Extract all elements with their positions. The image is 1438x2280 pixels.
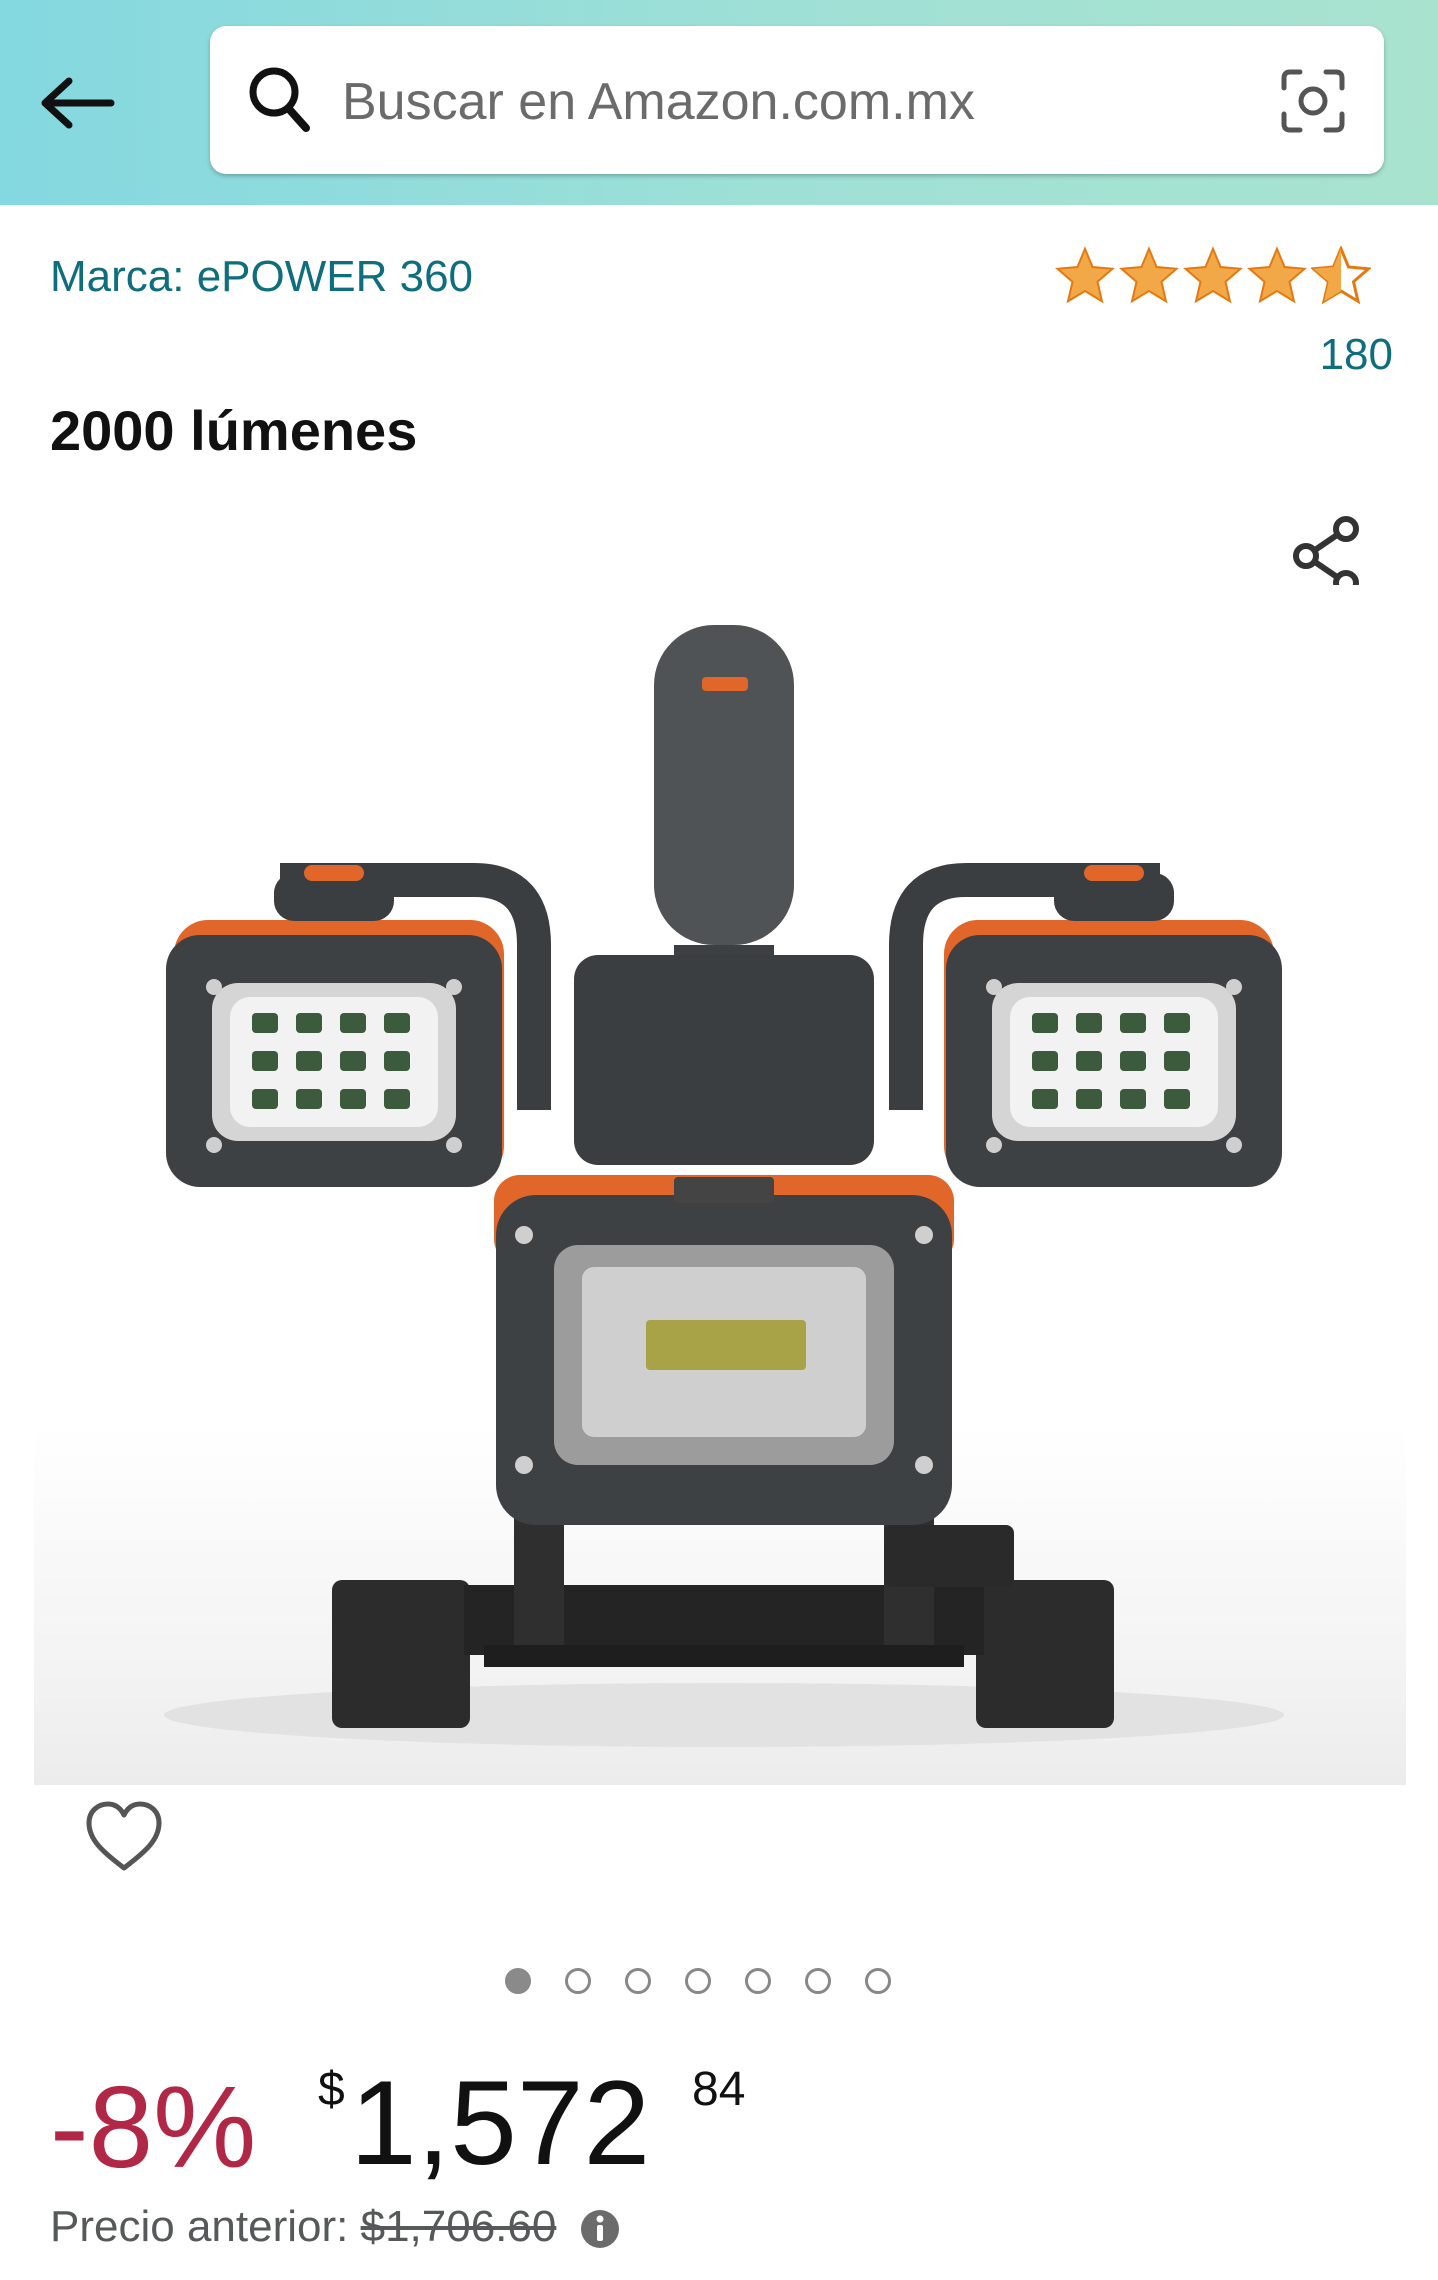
carousel-dot[interactable] xyxy=(745,1968,771,1994)
product-image[interactable] xyxy=(34,585,1406,1785)
work-light-image xyxy=(164,625,1284,1747)
camera-lens-icon[interactable] xyxy=(1278,66,1348,136)
rating-count[interactable]: 180 xyxy=(1320,330,1393,380)
star-full-icon xyxy=(1119,246,1179,304)
star-full-icon xyxy=(1247,246,1307,304)
brand-link[interactable]: Marca: ePOWER 360 xyxy=(50,252,473,302)
star-full-icon xyxy=(1055,246,1115,304)
top-bar xyxy=(0,0,1438,205)
star-half-icon xyxy=(1311,246,1371,304)
search-icon[interactable] xyxy=(246,64,314,136)
carousel-dot[interactable] xyxy=(805,1968,831,1994)
carousel-dot[interactable] xyxy=(565,1968,591,1994)
previous-price-label: Precio anterior: xyxy=(50,2202,349,2251)
arrow-left-icon xyxy=(41,77,115,129)
carousel-dot[interactable] xyxy=(685,1968,711,1994)
search-input[interactable] xyxy=(340,56,1244,148)
previous-price-value: $1,706.60 xyxy=(360,2202,557,2251)
heart-icon[interactable] xyxy=(85,1800,163,1874)
image-carousel-dots xyxy=(505,1968,891,1994)
carousel-dot-active[interactable] xyxy=(505,1968,531,1994)
carousel-dot[interactable] xyxy=(865,1968,891,1994)
discount-percent: -8% xyxy=(50,2062,257,2192)
back-button[interactable] xyxy=(38,68,118,138)
price-cents: 84 xyxy=(692,2063,746,2116)
rating-stars[interactable] xyxy=(1055,246,1371,304)
info-icon[interactable] xyxy=(579,2208,621,2250)
price-whole: 1,572 xyxy=(350,2056,651,2190)
carousel-dot[interactable] xyxy=(625,1968,651,1994)
product-title: 2000 lúmenes xyxy=(50,399,418,462)
search-bar[interactable] xyxy=(210,26,1384,174)
previous-price: Precio anterior: $1,706.60 xyxy=(50,2202,621,2252)
price-currency: $ xyxy=(318,2063,345,2116)
star-full-icon xyxy=(1183,246,1243,304)
